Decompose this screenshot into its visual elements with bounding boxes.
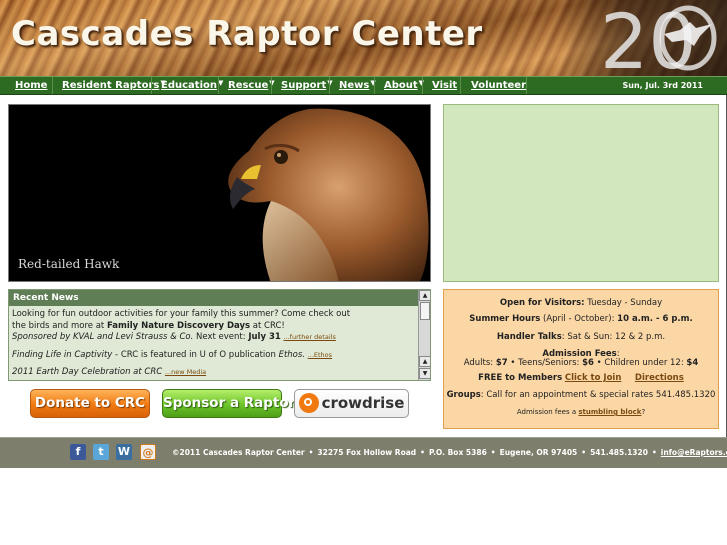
nav-rescue[interactable]: Rescue▼ <box>220 77 275 94</box>
nav-separator <box>271 77 272 94</box>
ad-panel <box>443 104 719 282</box>
news-text: Sponsored by KVAL and Levi Strauss & Co.… <box>12 332 336 342</box>
visitor-info-box: Open for Visitors: Tuesday - Sunday Summ… <box>443 289 719 429</box>
new-media-link[interactable]: ...new Media <box>165 368 206 376</box>
nav-separator <box>151 77 152 94</box>
nav-support[interactable]: Support▼ <box>273 77 333 94</box>
scroll-up-arrow-icon[interactable]: ▲ <box>419 290 430 301</box>
nav-separator <box>526 77 527 94</box>
nav-resident-raptors[interactable]: Resident Raptors▼ <box>54 77 166 94</box>
ethos-link[interactable]: ...Ethos <box>308 351 332 359</box>
stumbling-block-link[interactable]: stumbling block <box>578 408 641 416</box>
crowdrise-button[interactable]: crowdrise <box>294 389 409 418</box>
hawk-illustration <box>228 108 429 281</box>
nav-visit[interactable]: Visit <box>424 77 457 94</box>
recent-news-box: Recent News Looking for fun outdoor acti… <box>8 289 431 381</box>
nav-news[interactable]: News▼ <box>331 77 376 94</box>
main-nav: Home Resident Raptors▼ Education▼ Rescue… <box>0 76 727 95</box>
page: Cascades Raptor Center 20 Home Resident … <box>0 0 727 468</box>
fees-question: Admission fees a stumbling block? <box>516 408 646 416</box>
wordpress-icon[interactable]: W <box>116 444 132 460</box>
twitter-icon[interactable]: t <box>93 444 109 460</box>
scroll-down-arrow-icon[interactable]: ▲ <box>419 356 430 367</box>
nav-volunteer[interactable]: Volunteer <box>463 77 526 94</box>
footer-contact: ©2011 Cascades Raptor Center • 32275 Fox H… <box>172 438 727 467</box>
scroll-thumb[interactable] <box>420 302 430 320</box>
nav-separator <box>460 77 461 94</box>
nav-separator <box>422 77 423 94</box>
nav-about[interactable]: About▼ <box>376 77 424 94</box>
scroll-down-arrow-icon[interactable]: ▼ <box>419 368 430 379</box>
sponsor-raptor-button[interactable]: Sponsor a Raptor <box>162 389 295 418</box>
news-scrollbar[interactable]: ▲ ▲ ▼ <box>418 290 430 380</box>
nav-home[interactable]: Home <box>7 77 47 94</box>
admission-fees: Adults: $7 • Teens/Seniors: $6 • Childre… <box>463 358 699 368</box>
members-line: FREE to Members Click to Join Directions <box>478 373 684 383</box>
join-link[interactable]: Click to Join <box>565 373 622 383</box>
nav-separator <box>52 77 53 94</box>
news-text: 2011 Earth Day Celebration at CRC ...new… <box>12 367 207 377</box>
nav-separator <box>218 77 219 94</box>
news-text: the birds and more at Family Nature Disc… <box>12 320 285 331</box>
nav-education[interactable]: Education▼ <box>153 77 223 94</box>
further-details-link[interactable]: ...further details <box>283 333 335 341</box>
crowdrise-logo-icon <box>298 392 319 413</box>
hero-caption: Red-tailed Hawk <box>18 257 120 271</box>
20th-anniversary-logo: 20 <box>600 2 717 74</box>
nav-separator <box>329 77 330 94</box>
facebook-icon[interactable]: f <box>70 444 86 460</box>
news-text: Finding Life in Captivity - CRC is featu… <box>12 349 333 360</box>
handler-talks: Handler Talks: Sat & Sun: 12 & 2 p.m. <box>496 332 666 342</box>
footer-email-link[interactable]: info@eRaptors.org <box>661 448 727 457</box>
current-date: Sun, Jul. 3rd 2011 <box>622 81 703 90</box>
site-title[interactable]: Cascades Raptor Center <box>11 14 483 54</box>
summer-hours: Summer Hours (April - October): 10 a.m. … <box>469 314 693 324</box>
news-list: Looking for fun outdoor activities for y… <box>12 309 416 379</box>
recent-news-heading: Recent News <box>9 290 418 306</box>
donate-button[interactable]: Donate to CRC <box>30 389 150 418</box>
nav-separator <box>374 77 375 94</box>
footer: f t W @ ©2011 Cascades Raptor Center • 322… <box>0 437 727 468</box>
open-days: Open for Visitors: Tuesday - Sunday <box>499 298 663 308</box>
groups-line: Groups: Call for an appointment & specia… <box>446 390 716 400</box>
header-banner: Cascades Raptor Center 20 <box>0 0 727 76</box>
other-icon[interactable]: @ <box>140 444 156 460</box>
news-text: Looking for fun outdoor activities for y… <box>12 309 351 319</box>
directions-link[interactable]: Directions <box>635 373 684 383</box>
hero-image[interactable]: Red-tailed Hawk <box>8 104 431 282</box>
